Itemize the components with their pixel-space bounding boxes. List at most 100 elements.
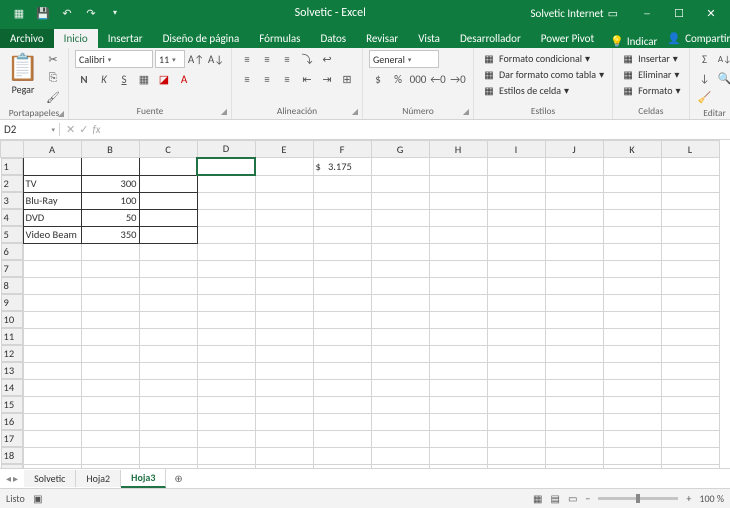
cell[interactable] (429, 192, 487, 209)
cell[interactable] (603, 464, 661, 468)
macro-record-icon[interactable]: ▣ (33, 492, 42, 505)
tab-desarrollador[interactable]: Desarrollador (450, 29, 531, 48)
cell[interactable] (313, 464, 371, 468)
cell[interactable] (429, 362, 487, 379)
cell[interactable] (371, 260, 429, 277)
cell[interactable] (255, 243, 313, 260)
cell[interactable] (23, 311, 81, 328)
col-header[interactable]: D (197, 141, 255, 158)
cell[interactable] (313, 260, 371, 277)
sheet-tab-hoja2[interactable]: Hoja2 (76, 470, 121, 487)
conditional-format-button[interactable]: ▦Formato condicional ▾ (480, 50, 592, 66)
cell[interactable] (313, 362, 371, 379)
cell[interactable] (371, 277, 429, 294)
cell[interactable] (429, 243, 487, 260)
cell[interactable] (603, 192, 661, 209)
cell[interactable] (371, 328, 429, 345)
tab-datos[interactable]: Datos (310, 29, 356, 48)
cell[interactable] (313, 379, 371, 396)
percent-icon[interactable]: % (389, 70, 407, 88)
cell[interactable] (313, 447, 371, 464)
cell[interactable] (429, 311, 487, 328)
cell[interactable] (429, 464, 487, 468)
cell[interactable] (487, 175, 545, 192)
cell[interactable] (313, 430, 371, 447)
cell[interactable] (429, 430, 487, 447)
cell[interactable] (139, 192, 197, 209)
cell[interactable] (371, 396, 429, 413)
cell[interactable] (487, 447, 545, 464)
clear-icon[interactable]: 🧹 (696, 88, 714, 106)
cell[interactable]: Pesos (139, 158, 197, 176)
tab-vista[interactable]: Vista (408, 29, 450, 48)
cell[interactable] (197, 345, 255, 362)
row-header[interactable]: 12 (1, 345, 23, 362)
merge-icon[interactable]: ⊞ (338, 70, 356, 88)
cell[interactable] (603, 447, 661, 464)
cell[interactable] (487, 243, 545, 260)
cell[interactable] (603, 430, 661, 447)
cell[interactable] (313, 396, 371, 413)
cell[interactable] (661, 243, 719, 260)
format-painter-icon[interactable]: 🖌 (44, 88, 62, 106)
cell[interactable] (255, 311, 313, 328)
cell[interactable] (313, 413, 371, 430)
cell[interactable] (313, 243, 371, 260)
qat-customize-icon[interactable]: ▾ (106, 4, 124, 22)
cell[interactable]: $ 3.175 (313, 158, 371, 176)
col-header[interactable]: J (545, 141, 603, 158)
cell[interactable] (487, 294, 545, 311)
cell[interactable] (661, 175, 719, 192)
cell[interactable] (197, 294, 255, 311)
cell[interactable] (197, 328, 255, 345)
cell[interactable] (429, 447, 487, 464)
cell[interactable]: 50 (81, 209, 139, 226)
cell[interactable] (603, 413, 661, 430)
cell[interactable] (545, 277, 603, 294)
cell[interactable] (661, 260, 719, 277)
cell[interactable] (313, 192, 371, 209)
cell[interactable] (255, 294, 313, 311)
cell[interactable] (545, 243, 603, 260)
row-header[interactable]: 19 (1, 464, 23, 468)
underline-button[interactable]: S (115, 70, 133, 88)
col-header[interactable]: C (139, 141, 197, 158)
cell[interactable] (255, 277, 313, 294)
cell[interactable] (255, 175, 313, 192)
cell[interactable] (139, 362, 197, 379)
cell[interactable] (661, 226, 719, 243)
cell[interactable] (81, 379, 139, 396)
cell[interactable] (371, 192, 429, 209)
cell[interactable] (313, 311, 371, 328)
cell[interactable] (545, 175, 603, 192)
cell[interactable] (371, 226, 429, 243)
row-header[interactable]: 18 (1, 447, 23, 464)
cell[interactable] (429, 396, 487, 413)
cell[interactable] (661, 396, 719, 413)
cell[interactable] (429, 158, 487, 176)
cell[interactable] (313, 209, 371, 226)
cell[interactable] (371, 362, 429, 379)
cell[interactable] (661, 379, 719, 396)
cell[interactable] (255, 413, 313, 430)
currency-icon[interactable]: $ (369, 70, 387, 88)
cell[interactable] (23, 464, 81, 468)
cell[interactable] (661, 345, 719, 362)
cell[interactable] (255, 379, 313, 396)
cell[interactable]: Blu-Ray (23, 192, 81, 209)
cell[interactable] (487, 192, 545, 209)
cell[interactable] (313, 328, 371, 345)
cell[interactable] (255, 192, 313, 209)
decrease-decimal-icon[interactable]: →0 (449, 70, 467, 88)
cell[interactable] (197, 413, 255, 430)
cell[interactable] (603, 209, 661, 226)
cell[interactable] (313, 345, 371, 362)
number-format-combo[interactable]: General▾ (369, 50, 439, 68)
cell[interactable] (23, 243, 81, 260)
fill-icon[interactable]: ↓ (696, 69, 714, 87)
row-header[interactable]: 4 (1, 209, 23, 226)
cell[interactable] (81, 294, 139, 311)
delete-cells-button[interactable]: ▦Eliminar ▾ (619, 66, 681, 82)
cell[interactable] (139, 464, 197, 468)
cell[interactable] (23, 345, 81, 362)
